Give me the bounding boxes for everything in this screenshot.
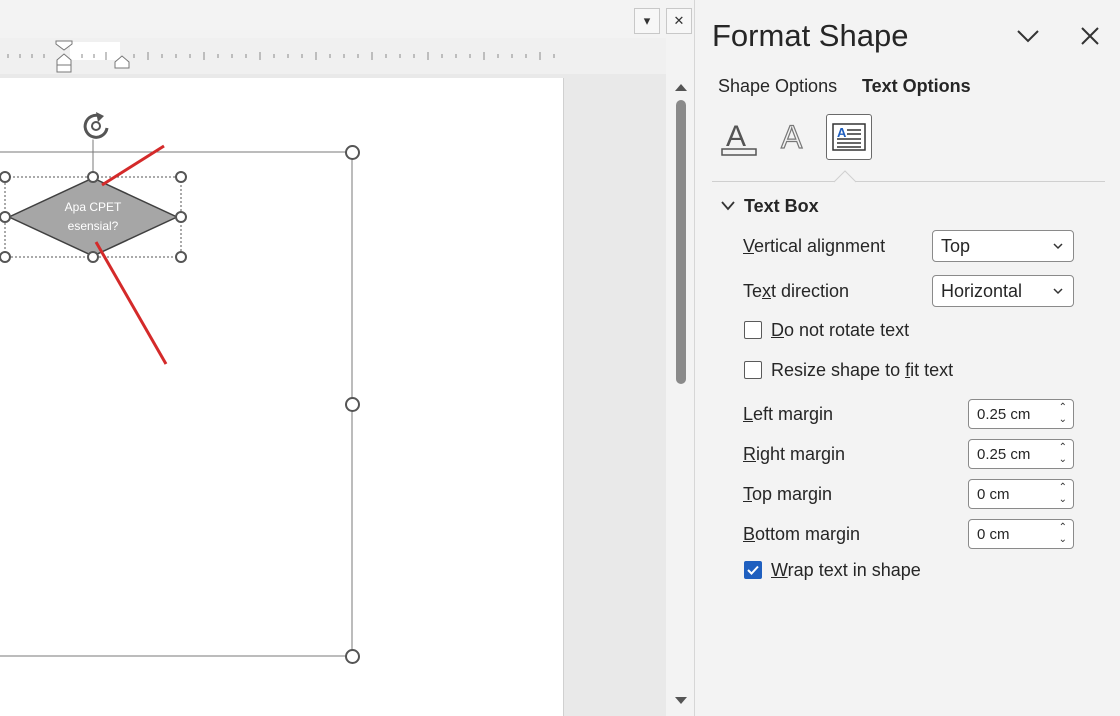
- section-title[interactable]: Text Box: [744, 196, 819, 217]
- resize-handle-bottom[interactable]: [87, 251, 99, 263]
- chevron-down-icon: [721, 201, 735, 211]
- textbox-layout-icon: A: [832, 123, 866, 151]
- ruler-markings: [7, 40, 555, 73]
- layout-properties-button[interactable]: A: [826, 114, 872, 160]
- text-direction-label: Text direction: [743, 281, 850, 301]
- left-margin-spinner[interactable]: 0.25 cm ⌃ ⌄: [968, 399, 1074, 429]
- shape-text-line2: esensial?: [67, 219, 119, 233]
- text-effects-icon: A: [780, 118, 803, 155]
- right-margin-label: Right margin: [743, 444, 846, 464]
- window-close-button[interactable]: ✕: [666, 8, 692, 34]
- active-tab-pointer: [834, 170, 856, 183]
- text-effects-button[interactable]: A: [768, 114, 814, 160]
- connector-line-lower[interactable]: [94, 241, 168, 365]
- spinner-arrows-icon[interactable]: ⌃ ⌄: [1059, 482, 1067, 506]
- right-margin-spinner[interactable]: 0.25 cm ⌃ ⌄: [968, 439, 1074, 469]
- vertical-alignment-select[interactable]: Top: [932, 230, 1074, 262]
- section-collapse-toggle[interactable]: [720, 199, 736, 213]
- window-dropdown-button[interactable]: ▾: [634, 8, 660, 34]
- do-not-rotate-label[interactable]: Do not rotate text: [771, 320, 909, 341]
- resize-handle-right[interactable]: [175, 211, 187, 223]
- text-direction-value: Horizontal: [941, 280, 1023, 301]
- scroll-down-arrow-icon[interactable]: [674, 694, 688, 706]
- resize-handle-top[interactable]: [87, 171, 99, 183]
- left-margin-value[interactable]: 0.25 cm: [977, 406, 1030, 423]
- spinner-arrows-icon[interactable]: ⌃ ⌄: [1059, 522, 1067, 546]
- top-margin-spinner[interactable]: 0 cm ⌃ ⌄: [968, 479, 1074, 509]
- text-fill-outline-button[interactable]: A: [714, 114, 760, 160]
- canvas-handle-right[interactable]: [345, 397, 360, 412]
- checkmark-icon: [747, 565, 759, 575]
- rotate-handle-icon[interactable]: [82, 112, 110, 140]
- text-fill-icon: A: [721, 120, 757, 156]
- format-shape-pane: [694, 0, 1120, 716]
- do-not-rotate-checkbox[interactable]: [744, 321, 762, 339]
- section-divider: [712, 181, 1105, 182]
- scroll-up-arrow-icon[interactable]: [674, 80, 688, 92]
- svg-text:A: A: [837, 125, 847, 140]
- tab-shape-options[interactable]: Shape Options: [718, 76, 837, 97]
- resize-shape-label[interactable]: Resize shape to fit text: [771, 360, 953, 381]
- top-margin-value[interactable]: 0 cm: [977, 486, 1010, 503]
- vertical-alignment-value: Top: [941, 235, 971, 256]
- svg-text:A: A: [726, 120, 746, 153]
- text-direction-select[interactable]: Horizontal: [932, 275, 1074, 307]
- pane-options-button[interactable]: [1014, 24, 1042, 48]
- canvas-handle-top-right[interactable]: [345, 145, 360, 160]
- chevron-down-icon: [1017, 30, 1039, 43]
- shape-text: Apa CPET esensial?: [33, 198, 153, 236]
- pane-title: Format Shape: [712, 18, 909, 53]
- bottom-margin-value[interactable]: 0 cm: [977, 526, 1010, 543]
- chevron-down-icon: ▾: [643, 13, 651, 28]
- bottom-margin-spinner[interactable]: 0 cm ⌃ ⌄: [968, 519, 1074, 549]
- spinner-arrows-icon[interactable]: ⌃ ⌄: [1059, 402, 1067, 426]
- vertical-alignment-label: Vertical alignment: [743, 236, 886, 256]
- document-toolbar: [0, 8, 694, 38]
- bottom-margin-label: Bottom margin: [743, 524, 861, 544]
- shape-text-line1: Apa CPET: [64, 200, 122, 214]
- close-icon: ✕: [673, 13, 685, 28]
- scrollbar-thumb[interactable]: [676, 100, 686, 384]
- pane-close-button[interactable]: [1078, 24, 1102, 48]
- canvas-handle-bottom-right[interactable]: [345, 649, 360, 664]
- resize-handle-top-right[interactable]: [175, 171, 187, 183]
- top-margin-label: Top margin: [743, 484, 833, 504]
- close-icon: [1081, 27, 1099, 45]
- chevron-down-icon: [1053, 288, 1063, 295]
- horizontal-ruler[interactable]: [0, 38, 666, 75]
- chevron-down-icon: [1053, 243, 1063, 250]
- spinner-arrows-icon[interactable]: ⌃ ⌄: [1059, 442, 1067, 466]
- wrap-text-checkbox[interactable]: [744, 561, 762, 579]
- left-margin-label: Left margin: [743, 404, 834, 424]
- svg-text:A: A: [781, 119, 803, 155]
- resize-handle-bottom-right[interactable]: [175, 251, 187, 263]
- shape-drawing: [0, 112, 353, 657]
- resize-shape-checkbox[interactable]: [744, 361, 762, 379]
- wrap-text-label[interactable]: Wrap text in shape: [771, 560, 921, 581]
- tab-text-options[interactable]: Text Options: [862, 76, 971, 97]
- right-margin-value[interactable]: 0.25 cm: [977, 446, 1030, 463]
